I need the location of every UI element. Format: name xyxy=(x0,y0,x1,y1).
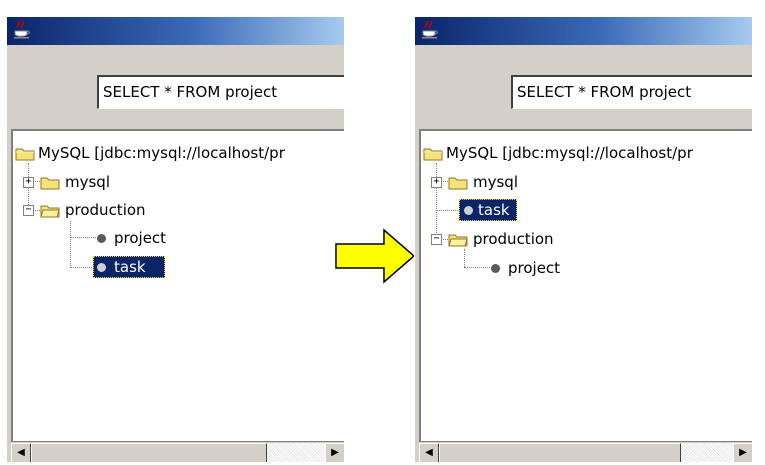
scroll-left-arrow-icon[interactable]: ◀ xyxy=(419,443,439,462)
tree-node-production[interactable]: − production xyxy=(13,199,213,221)
expand-toggle[interactable]: + xyxy=(431,177,442,188)
scrollbar-track[interactable] xyxy=(267,443,325,462)
folder-icon xyxy=(15,148,35,161)
table-bullet-icon xyxy=(464,206,473,215)
tree-node-production[interactable]: − production xyxy=(421,228,621,250)
tree-root-node[interactable]: MySQL [jdbc:mysql://localhost/pr xyxy=(421,142,752,164)
java-cup-icon xyxy=(422,20,438,39)
right-arrow-icon xyxy=(335,228,416,284)
tree-root-label: MySQL [jdbc:mysql://localhost/pr xyxy=(38,144,285,162)
collapse-toggle[interactable]: − xyxy=(431,234,442,245)
tree-node-label: production xyxy=(473,230,554,248)
folder-icon xyxy=(423,148,443,161)
table-bullet-icon xyxy=(491,264,500,273)
scroll-right-arrow-icon[interactable]: ▶ xyxy=(733,443,752,462)
tree-node-label: mysql xyxy=(65,173,110,191)
collapse-toggle[interactable]: − xyxy=(23,205,34,216)
open-folder-icon xyxy=(448,234,468,247)
scrollbar-thumb[interactable] xyxy=(31,443,267,462)
table-bullet-icon xyxy=(97,234,106,243)
table-bullet-icon xyxy=(97,263,106,272)
tree-node-task-selected[interactable]: task xyxy=(93,256,165,278)
query-input[interactable]: SELECT * FROM project xyxy=(97,75,344,109)
tree-root-node[interactable]: MySQL [jdbc:mysql://localhost/pr xyxy=(13,142,344,164)
tree-node-label: project xyxy=(508,259,561,277)
tree-node-label: mysql xyxy=(473,173,518,191)
tree-node-project[interactable]: project xyxy=(13,227,213,249)
query-input[interactable]: SELECT * FROM project xyxy=(511,75,752,109)
database-tree[interactable]: MySQL [jdbc:mysql://localhost/pr + mysql… xyxy=(419,129,752,441)
tree-node-project[interactable]: project xyxy=(421,257,621,279)
title-bar[interactable] xyxy=(7,17,344,45)
folder-icon xyxy=(40,177,60,190)
open-folder-icon xyxy=(40,205,60,218)
scroll-left-arrow-icon[interactable]: ◀ xyxy=(11,443,31,462)
tree-node-mysql[interactable]: + mysql xyxy=(421,171,621,193)
tree-node-label: task xyxy=(478,201,510,219)
tree-node-label: production xyxy=(65,201,146,219)
expand-toggle[interactable]: + xyxy=(23,177,34,188)
database-tree[interactable]: MySQL [jdbc:mysql://localhost/pr + mysql… xyxy=(11,129,344,441)
right-window: SELECT * FROM project MySQL [jdbc:mysql:… xyxy=(414,16,752,462)
query-toolbar: SELECT * FROM project xyxy=(7,45,344,129)
title-bar[interactable] xyxy=(415,17,752,45)
scrollbar-thumb[interactable] xyxy=(439,443,681,462)
folder-icon xyxy=(448,177,468,190)
left-window: SELECT * FROM project MySQL [jdbc:mysql:… xyxy=(6,16,344,462)
java-cup-icon xyxy=(14,20,30,39)
scrollbar-track[interactable] xyxy=(681,443,733,462)
tree-node-label: project xyxy=(114,229,167,247)
query-toolbar: SELECT * FROM project xyxy=(415,45,752,129)
tree-node-task-selected[interactable]: task xyxy=(459,199,517,221)
tree-node-mysql[interactable]: + mysql xyxy=(13,171,213,193)
horizontal-scrollbar[interactable]: ◀ ▶ xyxy=(11,441,344,462)
horizontal-scrollbar[interactable]: ◀ ▶ xyxy=(419,441,752,462)
tree-root-label: MySQL [jdbc:mysql://localhost/pr xyxy=(446,144,693,162)
scroll-right-arrow-icon[interactable]: ▶ xyxy=(325,443,344,462)
tree-node-label: task xyxy=(114,258,146,276)
